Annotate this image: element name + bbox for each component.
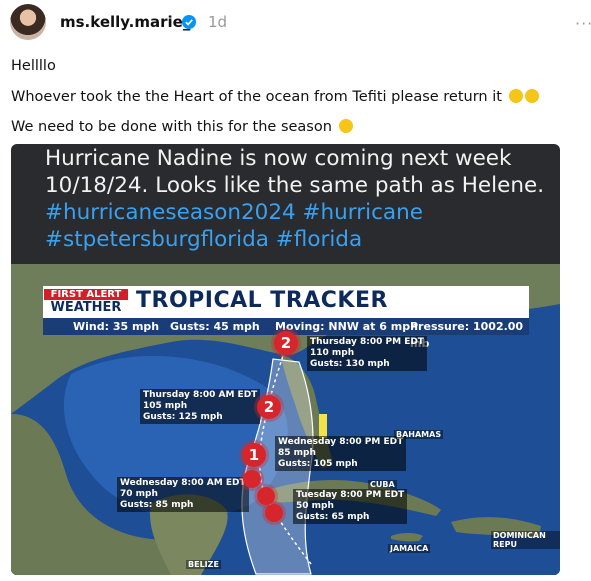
forecast-label: Thursday 8:00 PM EDT 110 mph Gusts: 130 … — [307, 336, 427, 371]
tracker-header: FIRST ALERT WEATHER TROPICAL TRACKER — [43, 286, 529, 318]
post-text-line-1: Hellllo — [11, 58, 56, 74]
hugging-face-emoji-icon — [508, 89, 523, 103]
caption-hashtags: #hurricaneseason2024 #hurricane #stpeter… — [45, 200, 423, 252]
place-label: BAHAMAS — [394, 430, 444, 439]
post-image[interactable]: Hurricane Nadine is now coming next week… — [11, 144, 560, 575]
moving-stat: Moving: NNW at 6 mph — [275, 320, 418, 333]
first-alert-label: FIRST ALERT — [44, 289, 128, 300]
gusts-stat: Gusts: 45 mph — [170, 320, 260, 333]
avatar[interactable] — [10, 4, 46, 40]
grinning-sweat-emoji-icon — [338, 119, 353, 133]
timestamp: 1d — [208, 13, 228, 31]
post-text-line-2-text: Whoever took the the Heart of the ocean … — [11, 89, 502, 105]
place-label: JAMAICA — [388, 544, 431, 553]
forecast-label: Wednesday 8:00 PM EDT 85 mph Gusts: 105 … — [275, 436, 407, 471]
caption-text: Hurricane Nadine is now coming next week… — [45, 146, 545, 198]
verified-badge-icon — [182, 15, 196, 29]
tropical-storm-marker — [257, 487, 275, 505]
first-alert-weather-logo: FIRST ALERT WEATHER — [44, 289, 128, 315]
crying-laughing-emoji-icon — [524, 89, 539, 103]
post-text-line-2: Whoever took the the Heart of the ocean … — [11, 89, 539, 105]
forecast-label: Thursday 8:00 AM EDT 105 mph Gusts: 125 … — [140, 389, 261, 424]
tropical-storm-marker — [265, 504, 283, 522]
forecast-label: Tuesday 8:00 PM EDT 50 mph Gusts: 65 mph — [293, 489, 408, 524]
tracker-title: TROPICAL TRACKER — [136, 288, 388, 313]
username[interactable]: ms.kelly.marie_ — [60, 13, 190, 31]
hurricane-marker: 1 — [242, 443, 266, 467]
post-header: ms.kelly.marie_ 1d ··· — [10, 4, 591, 40]
warning-zone — [319, 414, 327, 438]
more-options-icon[interactable]: ··· — [575, 14, 591, 33]
post-text-line-3: We need to be done with this for the sea… — [11, 119, 353, 135]
image-caption: Hurricane Nadine is now coming next week… — [45, 145, 555, 253]
pressure-stat: Pressure: 1002.00 mb — [410, 320, 524, 350]
weather-label: WEATHER — [50, 300, 122, 315]
post-text-line-3-text: We need to be done with this for the sea… — [11, 119, 332, 135]
hurricane-marker: 2 — [274, 331, 298, 355]
forecast-label: Wednesday 8:00 AM EDT 70 mph Gusts: 85 m… — [117, 477, 249, 512]
hurricane-marker: 2 — [257, 395, 281, 419]
place-label: CUBA — [368, 480, 397, 489]
place-label: DOMINICAN REPU — [491, 531, 560, 549]
place-label: BELIZE — [186, 560, 221, 569]
tropical-storm-marker — [243, 470, 261, 488]
wind-stat: Wind: 35 mph — [73, 320, 160, 333]
